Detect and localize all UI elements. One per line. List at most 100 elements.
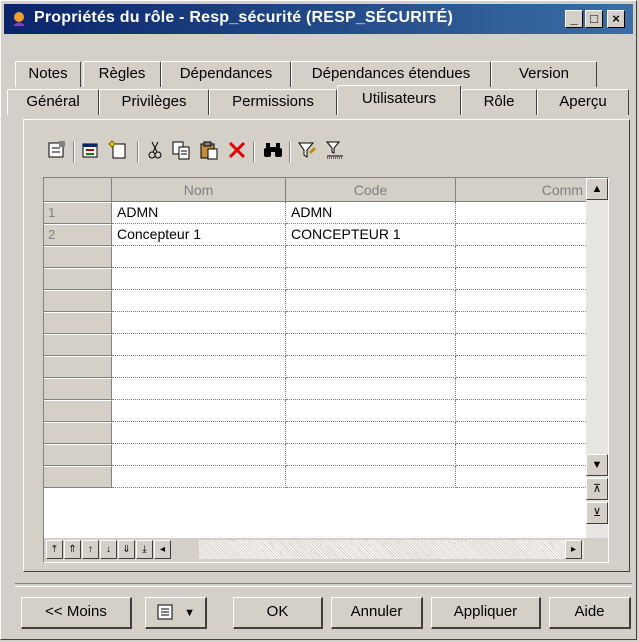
tab-privileges[interactable]: Privilèges — [99, 89, 209, 115]
help-button[interactable]: Aide — [549, 597, 631, 629]
scroll-right-button[interactable]: ▸ — [565, 540, 582, 559]
row-header[interactable] — [44, 378, 112, 400]
paste-icon[interactable] — [197, 139, 221, 163]
vertical-scrollbar[interactable]: ▲ ▼ ⊼ ⊻ — [586, 178, 608, 538]
tab-apercu[interactable]: Aperçu — [537, 89, 629, 115]
cell-nom[interactable] — [112, 400, 286, 422]
filter-icon[interactable] — [295, 139, 319, 163]
tab-version[interactable]: Version — [491, 61, 597, 87]
copy-icon[interactable] — [169, 139, 193, 163]
column-header-commentaire[interactable]: Comm — [456, 178, 588, 202]
horizontal-scrollbar-track[interactable] — [199, 540, 584, 559]
tab-dependances[interactable]: Dépendances — [161, 61, 291, 87]
cell-code[interactable] — [286, 312, 456, 334]
tab-role[interactable]: Rôle — [461, 89, 537, 115]
row-header[interactable] — [44, 422, 112, 444]
create-new-icon[interactable] — [107, 139, 131, 163]
row-header[interactable] — [44, 356, 112, 378]
scroll-page-up-button[interactable]: ⊼ — [586, 478, 608, 500]
cell-nom[interactable] — [112, 246, 286, 268]
cell-code[interactable] — [286, 422, 456, 444]
tab-permissions[interactable]: Permissions — [209, 89, 337, 115]
users-grid[interactable]: Nom Code Comm 1 ADMN ADMN 2 Concepteur 1 CONC… — [43, 177, 609, 563]
properties-icon[interactable] — [45, 139, 69, 163]
find-icon[interactable] — [261, 139, 285, 163]
cell-code[interactable] — [286, 466, 456, 488]
cell-code[interactable] — [286, 246, 456, 268]
cell-nom[interactable] — [112, 290, 286, 312]
row-header[interactable]: 2 — [44, 224, 112, 246]
tab-utilisateurs[interactable]: Utilisateurs — [337, 85, 461, 115]
tab-general[interactable]: Général — [7, 89, 99, 115]
cell-code[interactable]: CONCEPTEUR 1 — [286, 224, 456, 246]
cell-nom[interactable] — [112, 334, 286, 356]
cell-commentaire[interactable] — [456, 202, 588, 224]
cell-nom[interactable] — [112, 444, 286, 466]
cell-commentaire[interactable] — [456, 422, 588, 444]
cell-commentaire[interactable] — [456, 356, 588, 378]
cell-nom[interactable] — [112, 422, 286, 444]
cell-nom[interactable] — [112, 268, 286, 290]
move-page-down-icon[interactable]: ⇓ — [118, 540, 135, 559]
apply-button[interactable]: Appliquer — [431, 597, 541, 629]
cell-commentaire[interactable] — [456, 268, 588, 290]
row-header[interactable] — [44, 268, 112, 290]
tab-dependances-etendues[interactable]: Dépendances étendues — [291, 61, 491, 87]
move-up-icon[interactable]: ↑ — [82, 540, 99, 559]
cell-commentaire[interactable] — [456, 334, 588, 356]
move-page-up-icon[interactable]: ⇑ — [64, 540, 81, 559]
cell-commentaire[interactable] — [456, 466, 588, 488]
cell-code[interactable] — [286, 378, 456, 400]
cut-icon[interactable] — [143, 139, 167, 163]
add-objects-icon[interactable] — [79, 139, 103, 163]
row-header[interactable] — [44, 290, 112, 312]
cell-commentaire[interactable] — [456, 224, 588, 246]
move-top-icon[interactable]: ⤒ — [46, 540, 63, 559]
move-bottom-icon[interactable]: ⤓ — [136, 540, 153, 559]
row-header[interactable] — [44, 334, 112, 356]
cell-commentaire[interactable] — [456, 312, 588, 334]
row-header[interactable]: 1 — [44, 202, 112, 224]
cell-commentaire[interactable] — [456, 290, 588, 312]
cell-code[interactable] — [286, 356, 456, 378]
scroll-up-button[interactable]: ▲ — [586, 178, 608, 200]
close-button[interactable]: × — [607, 10, 625, 28]
row-header[interactable] — [44, 466, 112, 488]
cell-nom[interactable] — [112, 466, 286, 488]
cell-code[interactable]: ADMN — [286, 202, 456, 224]
cell-nom[interactable] — [112, 356, 286, 378]
cell-nom[interactable]: ADMN — [112, 202, 286, 224]
cell-commentaire[interactable] — [456, 444, 588, 466]
grid-corner-header[interactable] — [44, 178, 112, 202]
cell-code[interactable] — [286, 268, 456, 290]
scroll-left-button[interactable]: ◂ — [154, 540, 171, 559]
delete-icon[interactable] — [225, 139, 249, 163]
row-header[interactable] — [44, 444, 112, 466]
less-button[interactable]: << Moins — [21, 597, 132, 629]
cell-nom[interactable]: Concepteur 1 — [112, 224, 286, 246]
cell-commentaire[interactable] — [456, 378, 588, 400]
row-header[interactable] — [44, 312, 112, 334]
move-down-icon[interactable]: ↓ — [100, 540, 117, 559]
maximize-button[interactable]: □ — [585, 10, 603, 28]
tab-notes[interactable]: Notes — [15, 61, 81, 87]
row-header[interactable] — [44, 400, 112, 422]
tab-regles[interactable]: Règles — [83, 61, 161, 87]
cell-commentaire[interactable] — [456, 246, 588, 268]
menu-dropdown-button[interactable]: ▼ — [145, 597, 207, 629]
cell-code[interactable] — [286, 444, 456, 466]
minimize-button[interactable]: _ — [565, 10, 583, 28]
column-header-code[interactable]: Code — [286, 178, 456, 202]
cell-code[interactable] — [286, 400, 456, 422]
scroll-page-down-button[interactable]: ⊻ — [586, 502, 608, 524]
cell-code[interactable] — [286, 334, 456, 356]
cancel-button[interactable]: Annuler — [331, 597, 423, 629]
scroll-down-button[interactable]: ▼ — [586, 454, 608, 476]
customize-columns-icon[interactable] — [323, 139, 347, 163]
cell-commentaire[interactable] — [456, 400, 588, 422]
ok-button[interactable]: OK — [233, 597, 323, 629]
cell-nom[interactable] — [112, 312, 286, 334]
cell-code[interactable] — [286, 290, 456, 312]
cell-nom[interactable] — [112, 378, 286, 400]
column-header-nom[interactable]: Nom — [112, 178, 286, 202]
